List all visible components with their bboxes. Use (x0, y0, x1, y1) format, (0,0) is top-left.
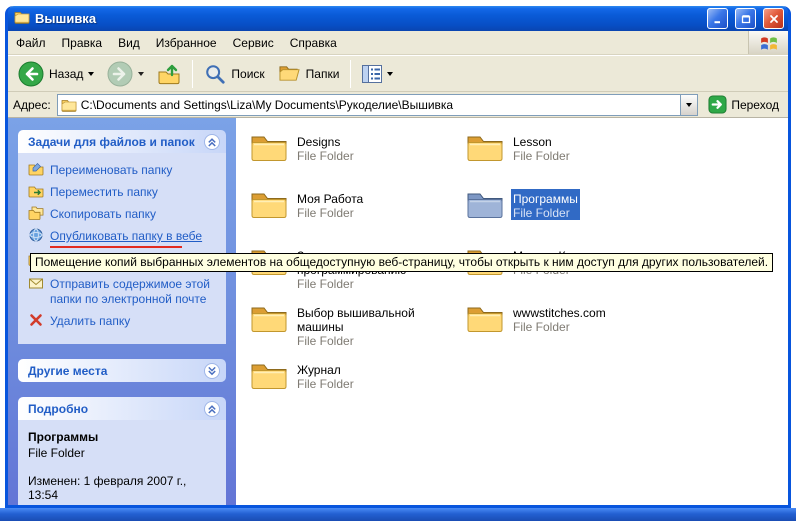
folder-icon (250, 303, 288, 338)
folder-icon (250, 189, 288, 224)
back-icon (18, 61, 44, 87)
menu-edit[interactable]: Правка (54, 31, 111, 54)
address-path: C:\Documents and Settings\Liza\My Docume… (81, 98, 677, 112)
folder-icon (250, 132, 288, 167)
views-dropdown-caret[interactable] (387, 72, 393, 76)
move-folder-icon (28, 184, 44, 198)
file-item-designs[interactable]: DesignsFile Folder (250, 132, 466, 189)
details-body: Программы File Folder Изменен: 1 февраля… (18, 420, 226, 505)
file-tasks-title: Задачи для файлов и папок (28, 135, 203, 149)
expand-chevron-down-icon[interactable] (203, 362, 221, 380)
desktop: Вышивка Файл Правка Вид Избранное Сервис… (0, 0, 796, 521)
publish-folder-web-icon (28, 228, 44, 242)
views-button[interactable] (357, 58, 398, 89)
tooltip: Помещение копий выбранных элементов на о… (30, 253, 773, 272)
address-bar: Адрес: C:\Documents and Settings\Liza\My… (8, 92, 788, 118)
task-delete-folder[interactable]: Удалить папку (28, 314, 218, 329)
back-button[interactable]: Назад (13, 58, 99, 89)
red-annotation-underline (50, 246, 182, 248)
go-label: Переход (731, 98, 779, 112)
folder-icon-selected (466, 189, 504, 224)
menu-view[interactable]: Вид (110, 31, 148, 54)
maximize-icon (741, 14, 751, 24)
folder-icon (250, 360, 288, 395)
window-folder-icon (14, 10, 30, 27)
toolbar-separator (350, 60, 351, 88)
delete-red-x-icon (28, 313, 44, 327)
folder-icon (466, 132, 504, 167)
task-pane: Задачи для файлов и папок Переименовать … (8, 118, 236, 505)
close-icon (769, 14, 779, 24)
folders-icon (278, 63, 301, 84)
search-button[interactable]: Поиск (199, 58, 269, 89)
window-body: Задачи для файлов и папок Переименовать … (8, 118, 788, 505)
go-icon (708, 95, 727, 114)
details-title: Подробно (28, 402, 203, 416)
task-move-folder[interactable]: Переместить папку (28, 185, 218, 200)
file-list: DesignsFile Folder Моя РаботаFile Folder… (236, 118, 788, 505)
file-tasks-section: Задачи для файлов и папок Переименовать … (18, 130, 226, 344)
minimize-button[interactable] (707, 8, 728, 29)
file-tasks-body: Переименовать папку Переместить папку Ск… (18, 153, 226, 344)
back-label: Назад (49, 67, 83, 81)
forward-icon (107, 61, 133, 87)
menu-help[interactable]: Справка (282, 31, 345, 54)
search-label: Поиск (231, 67, 264, 81)
go-button[interactable]: Переход (704, 95, 783, 114)
collapse-chevron-up-icon[interactable] (203, 400, 221, 418)
maximize-button[interactable] (735, 8, 756, 29)
windows-logo-icon (748, 31, 788, 54)
rename-folder-icon (28, 162, 44, 176)
file-item-zhurnal[interactable]: ЖурналFile Folder (250, 360, 466, 417)
taskbar (0, 508, 796, 521)
toolbar: Назад Поиск Папки (8, 55, 788, 92)
toolbar-separator (192, 60, 193, 88)
task-email-folder[interactable]: Отправить содержимое этой папки по элект… (28, 277, 218, 307)
folders-label: Папки (306, 67, 340, 81)
forward-button[interactable] (102, 58, 149, 89)
folder-icon (466, 303, 504, 338)
minimize-icon (713, 14, 723, 24)
address-dropdown-caret (686, 103, 692, 107)
details-folder-name: Программы (28, 430, 218, 444)
address-input[interactable]: C:\Documents and Settings\Liza\My Docume… (57, 94, 699, 116)
window-title: Вышивка (35, 11, 700, 26)
email-icon (28, 276, 44, 290)
copy-folder-icon (28, 206, 44, 220)
address-dropdown-button[interactable] (680, 95, 697, 115)
task-publish-folder[interactable]: Опубликовать папку в вебе (28, 229, 218, 244)
file-tasks-header[interactable]: Задачи для файлов и папок (18, 130, 226, 153)
address-folder-icon (61, 98, 77, 112)
file-item-moya-rabota[interactable]: Моя РаботаFile Folder (250, 189, 466, 246)
file-item-vybor-mashiny[interactable]: Выбор вышивальной машиныFile Folder (250, 303, 466, 360)
close-button[interactable] (763, 8, 784, 29)
task-rename-folder[interactable]: Переименовать папку (28, 163, 218, 178)
file-item-wwwstitches[interactable]: wwwstitches.comFile Folder (466, 303, 682, 360)
menu-favorites[interactable]: Избранное (148, 31, 225, 54)
address-label: Адрес: (13, 98, 51, 112)
details-section: Подробно Программы File Folder Изменен: … (18, 397, 226, 505)
task-copy-folder[interactable]: Скопировать папку (28, 207, 218, 222)
other-places-title: Другие места (28, 364, 203, 378)
title-bar[interactable]: Вышивка (8, 6, 788, 31)
menu-tools[interactable]: Сервис (225, 31, 282, 54)
details-header[interactable]: Подробно (18, 397, 226, 420)
menu-bar: Файл Правка Вид Избранное Сервис Справка (8, 31, 788, 55)
details-modified: Изменен: 1 февраля 2007 г., 13:54 (28, 474, 218, 502)
up-folder-icon (157, 62, 181, 86)
folders-button[interactable]: Папки (273, 58, 345, 89)
up-button[interactable] (152, 58, 186, 89)
search-icon (204, 63, 226, 85)
views-icon (362, 65, 382, 83)
other-places-section: Другие места (18, 359, 226, 382)
forward-dropdown-caret[interactable] (138, 72, 144, 76)
back-dropdown-caret[interactable] (88, 72, 94, 76)
collapse-chevron-up-icon[interactable] (203, 133, 221, 151)
menu-file[interactable]: Файл (8, 31, 54, 54)
other-places-header[interactable]: Другие места (18, 359, 226, 382)
file-item-programmy-selected[interactable]: ПрограммыFile Folder (466, 189, 682, 246)
file-item-lesson[interactable]: LessonFile Folder (466, 132, 682, 189)
details-folder-type: File Folder (28, 446, 218, 460)
